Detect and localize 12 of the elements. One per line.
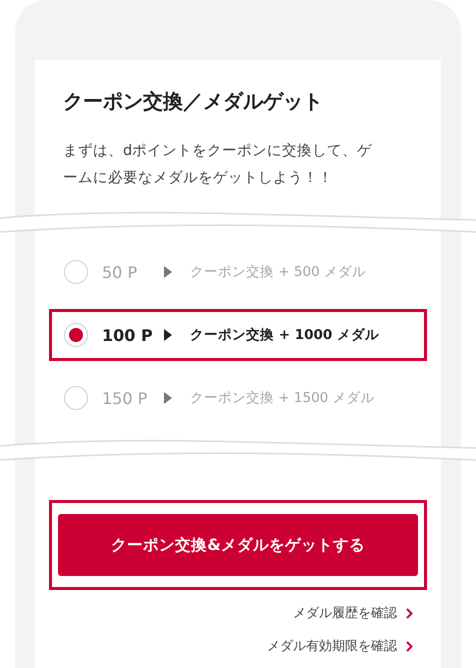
- get-medals-button[interactable]: クーポン交換&メダルをゲットする: [58, 514, 418, 576]
- reward-label: クーポン交換 + 500 メダル: [190, 263, 366, 281]
- coupon-option[interactable]: 100 P クーポン交換 + 1000 メダル: [49, 309, 427, 361]
- points-label: 150 P: [102, 388, 148, 408]
- points-label: 100 P: [102, 326, 154, 344]
- points-label: 50 P: [102, 262, 138, 282]
- link[interactable]: メダル履歴を確認: [293, 604, 413, 622]
- reward-label: クーポン交換 + 1500 メダル: [190, 389, 375, 407]
- description-text: まずは、dポイントをクーポンに交換して、ゲームに必要なメダルをゲットしよう！！: [63, 142, 373, 188]
- reward-label: クーポン交換 + 1000 メダル: [190, 326, 379, 344]
- link[interactable]: メダル有効期限を確認: [267, 637, 413, 655]
- panel-title: クーポン交換／メダルゲット: [63, 88, 324, 115]
